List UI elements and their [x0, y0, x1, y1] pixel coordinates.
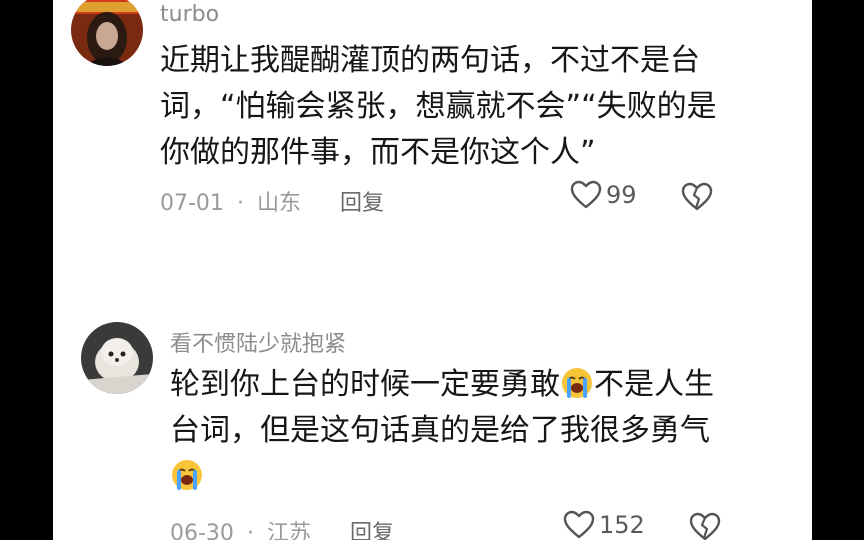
comment-meta: 07-01 · 山东	[160, 185, 301, 217]
heart-outline-icon	[563, 510, 595, 539]
comment-location: 山东	[256, 191, 301, 216]
username[interactable]: 看不惯陆少就抱紧	[170, 326, 346, 358]
comment-date: 07-01	[160, 191, 224, 216]
avatar[interactable]	[71, 0, 143, 66]
comment-list: turbo 近期让我醍醐灌顶的两句话，不过不是台 词，“怕输会紧张，想赢就不会”…	[53, 0, 812, 540]
like-count: 152	[599, 511, 645, 539]
broken-heart-icon	[689, 512, 721, 540]
like-button[interactable]: 152	[563, 510, 645, 540]
username[interactable]: turbo	[160, 2, 219, 27]
meta-separator: ·	[236, 191, 244, 216]
comment-text: 轮到你上台的时候一定要勇敢 不是人生 台词，但是这句话真的是给了我很多勇气	[170, 362, 790, 500]
crying-face-emoji	[172, 460, 202, 490]
reply-button[interactable]: 回复	[350, 515, 394, 540]
dislike-button[interactable]	[689, 512, 721, 540]
like-button[interactable]: 99	[570, 180, 637, 210]
heart-outline-icon	[570, 180, 602, 209]
comment-item: 看不惯陆少就抱紧 轮到你上台的时候一定要勇敢 不是人生 台词，但是这句话真的是给…	[53, 310, 812, 540]
like-count: 99	[606, 181, 637, 209]
comment-location: 江苏	[266, 521, 311, 540]
comment-text: 近期让我醍醐灌顶的两句话，不过不是台 词，“怕输会紧张，想赢就不会”“失败的是 …	[160, 43, 717, 170]
comment-meta: 06-30 · 江苏	[170, 515, 311, 540]
dislike-button[interactable]	[681, 182, 713, 216]
comment-date: 06-30	[170, 521, 234, 540]
meta-separator: ·	[246, 521, 254, 540]
avatar[interactable]	[81, 322, 153, 394]
crying-face-emoji	[562, 368, 592, 398]
comment-item: turbo 近期让我醍醐灌顶的两句话，不过不是台 词，“怕输会紧张，想赢就不会”…	[53, 0, 812, 260]
reply-button[interactable]: 回复	[340, 185, 384, 217]
broken-heart-icon	[681, 182, 713, 211]
